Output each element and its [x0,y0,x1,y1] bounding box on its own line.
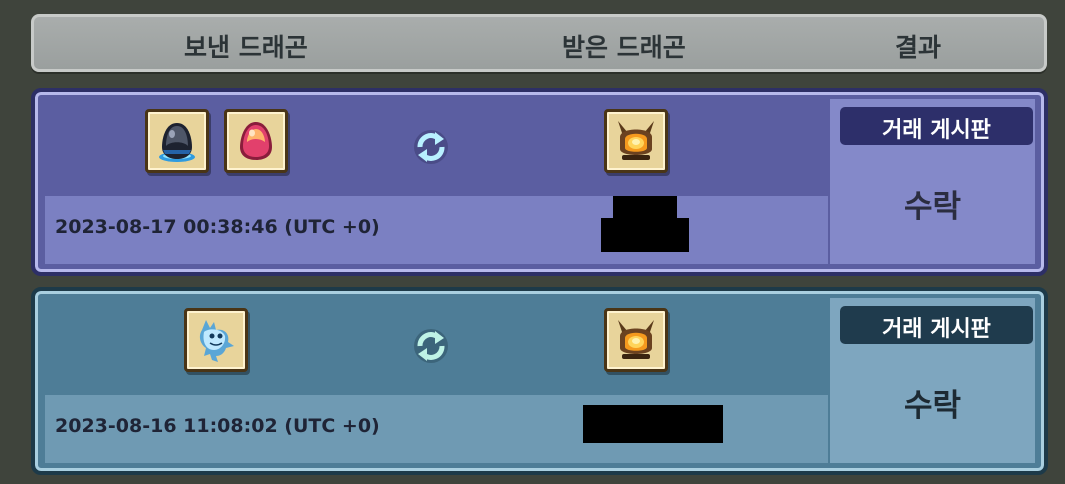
header-result: 결과 [895,33,942,62]
header-received-dragon: 받은 드래곤 [562,33,686,62]
table-header: 보낸 드래곤 받은 드래곤 결과 [31,14,1047,72]
result-column: 거래 게시판 수락 [830,298,1035,463]
ice-dragon-icon[interactable] [184,308,248,372]
trade-timestamp: 2023-08-17 00:38:46 (UTC +0) [55,216,380,238]
trade-board-badge: 거래 게시판 [840,107,1033,145]
trade-board-badge: 거래 게시판 [840,306,1033,344]
trade-status: 수락 [903,388,962,424]
trade-timestamp: 2023-08-16 11:08:02 (UTC +0) [55,415,380,437]
fire-helmet-icon[interactable] [604,109,668,173]
swap-icon [414,130,448,164]
redacted-name [583,405,723,443]
trade-row[interactable]: 2023-08-16 11:08:02 (UTC +0) 거래 게시판 수락 [31,287,1048,475]
result-column: 거래 게시판 수락 [830,99,1035,264]
redacted-name-part [601,218,689,252]
trade-status: 수락 [903,189,962,225]
pink-egg-icon[interactable] [224,109,288,173]
header-sent-dragon: 보낸 드래곤 [184,33,308,62]
dark-egg-icon[interactable] [145,109,209,173]
swap-icon [414,329,448,363]
trade-row[interactable]: 2023-08-17 00:38:46 (UTC +0) 거래 게시판 수락 [31,88,1048,276]
fire-helmet-icon[interactable] [604,308,668,372]
